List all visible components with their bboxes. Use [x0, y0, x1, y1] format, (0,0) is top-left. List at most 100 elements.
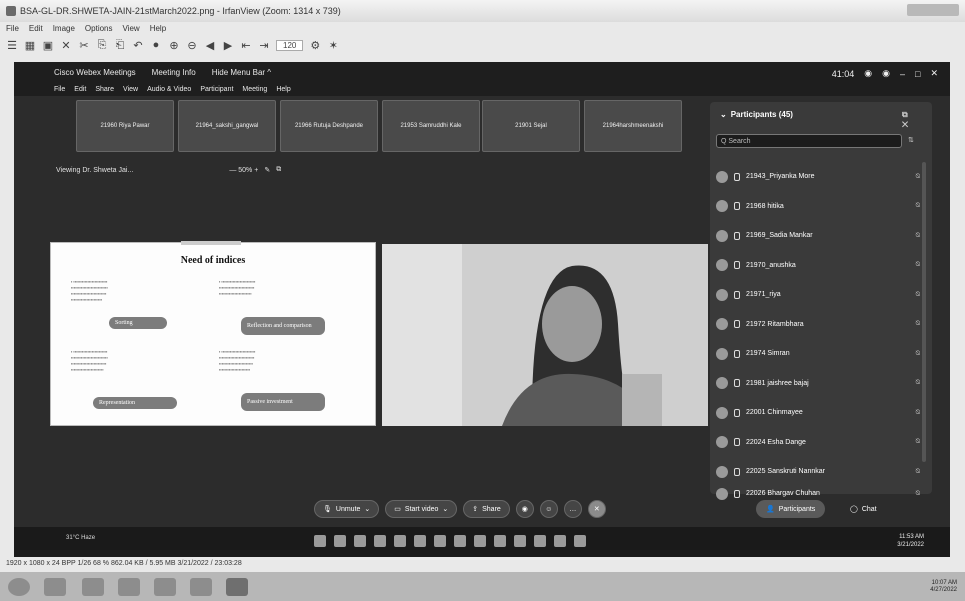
menu-options[interactable]: Options [85, 24, 113, 33]
outer-clock[interactable]: 10:07 AM 4/27/2022 [930, 580, 957, 594]
app-icon[interactable] [454, 535, 466, 547]
weather-widget[interactable]: 31°C Haze [66, 535, 95, 541]
app-icon [6, 6, 16, 16]
unmute-button[interactable]: 🎙 Unmute ⌄ [314, 500, 380, 518]
sort-icon[interactable]: ⇅ [908, 136, 914, 144]
app-icon[interactable] [394, 535, 406, 547]
app-icon[interactable] [434, 535, 446, 547]
last-icon[interactable]: ⇥ [258, 39, 270, 52]
webex-menu-file[interactable]: File [54, 86, 65, 93]
participant-tile[interactable]: 21966 Rutuja Deshpande [280, 100, 378, 152]
participant-row[interactable]: 21974 Simran ⍉ [716, 339, 920, 369]
participant-row[interactable]: 21971_riya ⍉ [716, 280, 920, 310]
annotate-icon[interactable]: ✎ [264, 166, 270, 174]
menu-edit[interactable]: Edit [29, 24, 43, 33]
share-button[interactable]: ⇪ Share [463, 500, 510, 518]
zoom-out-icon[interactable]: ⊖ [186, 39, 198, 52]
undo-icon[interactable]: ↶ [132, 39, 144, 52]
participants-scrollbar[interactable] [922, 162, 926, 462]
chat-button[interactable]: ◯ Chat [850, 500, 877, 518]
minimize-icon[interactable]: – [900, 69, 905, 79]
zoom-field[interactable]: 120 [276, 39, 304, 51]
app-icon[interactable] [354, 535, 366, 547]
reactions-button[interactable]: ☺ [539, 500, 558, 518]
chevron-down-icon[interactable]: ⌄ [720, 110, 727, 119]
close-icon[interactable]: ✕ [930, 68, 938, 79]
app-icon[interactable] [534, 535, 546, 547]
zoom-in-icon[interactable]: ⊕ [168, 39, 180, 52]
leave-button[interactable]: ✕ [587, 500, 606, 518]
menu-image[interactable]: Image [53, 24, 75, 33]
app-icon[interactable] [474, 535, 486, 547]
open-icon[interactable]: ☰ [6, 39, 18, 52]
participant-tile[interactable]: 21901 Sejal [482, 100, 580, 152]
layout-icon[interactable]: ◉ [882, 68, 890, 79]
app-icon[interactable] [514, 535, 526, 547]
participant-row[interactable]: 22024 Esha Dange ⍉ [716, 428, 920, 458]
info-icon[interactable]: ● [150, 39, 162, 51]
participants-button[interactable]: 👤 Participants [756, 500, 826, 518]
participant-row[interactable]: 22001 Chinmayee ⍉ [716, 398, 920, 428]
app-icon[interactable] [374, 535, 386, 547]
menu-help[interactable]: Help [150, 24, 166, 33]
start-video-button[interactable]: ▭ Start video ⌄ [385, 500, 458, 518]
menu-view[interactable]: View [123, 24, 140, 33]
meeting-info[interactable]: Meeting Info [152, 68, 196, 77]
window-controls[interactable] [907, 4, 959, 16]
webex-menu-view[interactable]: View [123, 86, 138, 93]
app-icon[interactable] [82, 578, 104, 596]
app-icon[interactable] [118, 578, 140, 596]
participant-row[interactable]: 22025 Sanskruti Nannkar ⍉ [716, 457, 920, 487]
search-icon[interactable] [334, 535, 346, 547]
participant-tile[interactable]: 21964harshmeenakshi [584, 100, 682, 152]
app-icon[interactable] [154, 578, 176, 596]
participant-tile[interactable]: 21964_sakshi_gangwal [178, 100, 276, 152]
next-icon[interactable]: ▶ [222, 39, 234, 52]
participant-row[interactable]: 21970_anushka ⍉ [716, 251, 920, 281]
app-icon[interactable] [554, 535, 566, 547]
participant-row[interactable]: 21972 Ritambhara ⍉ [716, 310, 920, 340]
participant-row[interactable]: 21968 hitika ⍉ [716, 192, 920, 222]
plugin-icon[interactable]: ✶ [327, 39, 339, 52]
participant-search-input[interactable]: Q Search [716, 134, 902, 148]
webex-menu-help[interactable]: Help [276, 86, 290, 93]
app-icon[interactable] [190, 578, 212, 596]
close-panel-icon[interactable]: ⧉ ✕ [902, 110, 908, 130]
webex-menu-meeting[interactable]: Meeting [242, 86, 267, 93]
participant-row[interactable]: 22026 Bhargav Chuhan ⍉ [716, 487, 920, 501]
menu-file[interactable]: File [6, 24, 19, 33]
popout-icon[interactable]: ⧉ [276, 166, 281, 174]
thumbnails-icon[interactable]: ▦ [24, 39, 36, 52]
participant-row[interactable]: 21943_Priyanka More ⍉ [716, 162, 920, 192]
participant-row[interactable]: 21969_Sadia Mankar ⍉ [716, 221, 920, 251]
app-icon[interactable] [574, 535, 586, 547]
webex-menu-share[interactable]: Share [95, 86, 114, 93]
copy-icon[interactable]: ⎘ [96, 39, 108, 52]
webex-menu-edit[interactable]: Edit [74, 86, 86, 93]
record-button[interactable]: ◉ [515, 500, 534, 518]
participant-tile[interactable]: 21960 Riya Pawar [76, 100, 174, 152]
app-icon[interactable] [44, 578, 66, 596]
participant-row[interactable]: 21981 jaishree bajaj ⍉ [716, 369, 920, 399]
app-icon[interactable] [226, 578, 248, 596]
cut-icon[interactable]: ✂ [78, 39, 90, 52]
paste-icon[interactable]: ⎗ [114, 39, 126, 52]
participant-tile[interactable]: 21953 Samruddhi Kale [382, 100, 480, 152]
share-zoom-control[interactable]: — 50% + [229, 167, 258, 174]
webex-menu-participant[interactable]: Participant [200, 86, 233, 93]
start-icon[interactable] [314, 535, 326, 547]
webex-menu-audio-video[interactable]: Audio & Video [147, 86, 191, 93]
app-icon[interactable] [494, 535, 506, 547]
save-icon[interactable]: ▣ [42, 39, 54, 52]
prev-icon[interactable]: ◀ [204, 39, 216, 52]
taskbar-clock[interactable]: 11:53 AM 3/21/2022 [897, 533, 924, 549]
app-icon[interactable] [414, 535, 426, 547]
settings-icon[interactable]: ⚙ [309, 39, 321, 52]
hide-menu-bar[interactable]: Hide Menu Bar ^ [212, 68, 271, 77]
delete-icon[interactable]: ✕ [60, 39, 72, 52]
more-button[interactable]: … [563, 500, 582, 518]
mic-icon [734, 379, 740, 388]
start-icon[interactable] [8, 578, 30, 596]
maximize-icon[interactable]: □ [915, 69, 920, 79]
first-icon[interactable]: ⇤ [240, 39, 252, 52]
